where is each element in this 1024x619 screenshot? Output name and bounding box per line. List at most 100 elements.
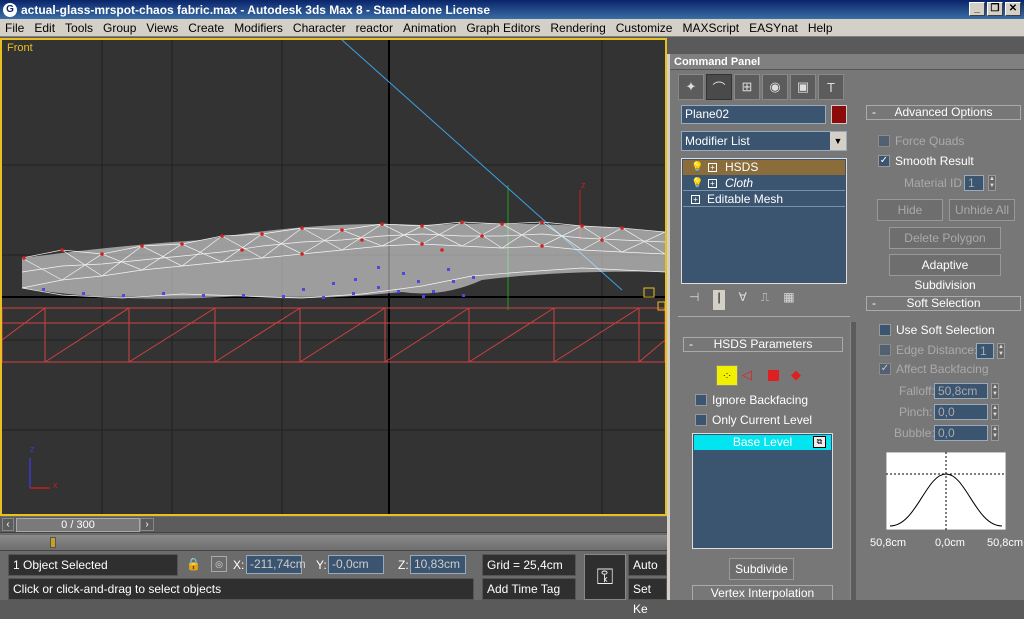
soft-selection-rollout[interactable]: - Soft Selection <box>866 296 1021 311</box>
pinch-spinner[interactable]: ▲ ▼ <box>991 404 999 420</box>
menu-easynat[interactable]: EASYnat <box>744 21 803 35</box>
list-item[interactable]: Base Level ⧉ <box>694 435 831 450</box>
front-viewport[interactable]: Front z z x <box>0 38 667 516</box>
level-icon[interactable]: ⧉ <box>813 436 826 448</box>
subdivide-button[interactable]: Subdivide <box>729 558 794 580</box>
make-unique-icon[interactable]: ∀ <box>739 290 747 310</box>
modifier-list-dropdown[interactable]: Modifier List ▼ <box>681 131 847 151</box>
level-list[interactable]: Base Level ⧉ <box>692 433 833 549</box>
modify-tab-icon[interactable]: ⌒ <box>706 74 732 100</box>
time-slider-thumb[interactable]: 0 / 300 <box>16 518 140 532</box>
advanced-options-rollout[interactable]: - Advanced Options <box>866 105 1021 120</box>
hide-button[interactable]: Hide <box>877 199 943 221</box>
panel-scrollbar[interactable] <box>850 322 856 600</box>
hsds-parameters-rollout[interactable]: - HSDS Parameters <box>683 337 843 352</box>
x-coordinate-field[interactable]: -211,74cm <box>246 555 306 574</box>
falloff-field[interactable]: 50,8cm <box>934 383 988 399</box>
menu-rendering[interactable]: Rendering <box>545 21 610 35</box>
chevron-down-icon[interactable]: ▼ <box>830 132 846 150</box>
configure-sets-icon[interactable]: ▦ <box>783 290 794 310</box>
smooth-result-checkbox[interactable]: ✓ <box>878 155 890 167</box>
menu-customize[interactable]: Customize <box>611 21 678 35</box>
restore-button[interactable]: ❐ <box>987 2 1003 16</box>
menu-graph-editors[interactable]: Graph Editors <box>461 21 545 35</box>
edge-distance-spinner[interactable]: ▲ ▼ <box>997 343 1005 359</box>
menu-tools[interactable]: Tools <box>60 21 98 35</box>
create-tab-icon[interactable]: ✦ <box>678 74 704 100</box>
adaptive-subdivision-button[interactable]: Adaptive Subdivision <box>889 254 1001 292</box>
delete-polygon-button[interactable]: Delete Polygon <box>889 227 1001 249</box>
motion-tab-icon[interactable]: ◉ <box>762 74 788 100</box>
ignore-backfacing-checkbox[interactable] <box>695 394 707 406</box>
utilities-tab-icon[interactable]: T <box>818 74 844 100</box>
edge-distance-checkbox[interactable] <box>879 344 891 356</box>
z-coordinate-field[interactable]: 10,83cm <box>410 555 466 574</box>
lock-selection-icon[interactable]: 🔒 <box>186 557 201 571</box>
hierarchy-tab-icon[interactable]: ⊞ <box>734 74 760 100</box>
menu-help[interactable]: Help <box>803 21 838 35</box>
display-tab-icon[interactable]: ▣ <box>790 74 816 100</box>
expand-icon[interactable]: + <box>708 179 717 188</box>
gizmo-z-label: z <box>581 180 586 190</box>
absolute-mode-icon[interactable]: ◎ <box>211 556 227 572</box>
menu-maxscript[interactable]: MAXScript <box>677 21 744 35</box>
track-bar[interactable] <box>0 535 667 551</box>
remove-modifier-icon[interactable]: ⎍ <box>761 290 769 310</box>
polygon-level-icon[interactable] <box>768 370 779 381</box>
time-slider-track[interactable]: ‹ 0 / 300 › <box>0 517 667 533</box>
unhide-all-button[interactable]: Unhide All <box>949 199 1015 221</box>
pin-stack-icon[interactable]: ⊣ <box>689 290 699 310</box>
lightbulb-icon[interactable]: 💡 <box>691 176 703 191</box>
minimize-button[interactable]: _ <box>969 2 985 16</box>
expand-icon[interactable]: + <box>708 163 717 172</box>
viewport-label[interactable]: Front <box>7 42 33 54</box>
set-key-icon[interactable]: ⚿ <box>584 554 626 600</box>
affect-backfacing-checkbox[interactable]: ✓ <box>879 363 891 375</box>
expand-icon[interactable]: + <box>691 195 700 204</box>
edge-level-icon[interactable]: ◁ <box>742 367 752 383</box>
vertex-level-icon[interactable]: ·:· <box>716 365 738 386</box>
pinch-field[interactable]: 0,0 <box>934 404 988 420</box>
add-time-tag[interactable]: Add Time Tag <box>482 578 576 600</box>
modifier-stack[interactable]: 💡 + HSDS 💡 + Cloth + Editable Mesh <box>681 158 847 284</box>
menu-edit[interactable]: Edit <box>29 21 60 35</box>
bubble-spinner[interactable]: ▲ ▼ <box>991 425 999 441</box>
menu-character[interactable]: Character <box>288 21 351 35</box>
time-next-arrow[interactable]: › <box>140 518 154 531</box>
show-end-result-icon[interactable]: | <box>713 290 725 310</box>
edge-distance-field[interactable]: 1 <box>976 343 994 359</box>
lightbulb-icon[interactable]: 💡 <box>691 160 703 175</box>
menu-file[interactable]: File <box>0 21 29 35</box>
stack-item-cloth[interactable]: 💡 + Cloth <box>683 176 845 191</box>
only-current-level-checkbox[interactable] <box>695 414 707 426</box>
use-soft-selection-checkbox[interactable] <box>879 324 891 336</box>
material-id-field[interactable]: 1 <box>964 175 984 191</box>
falloff-spinner[interactable]: ▲ ▼ <box>991 383 999 399</box>
time-prev-arrow[interactable]: ‹ <box>2 518 14 531</box>
object-name-field[interactable]: Plane02 <box>681 105 826 124</box>
menu-animation[interactable]: Animation <box>398 21 461 35</box>
stack-item-label: HSDS <box>725 160 759 174</box>
object-color-swatch[interactable] <box>831 105 847 124</box>
material-id-spinner[interactable]: ▲ ▼ <box>988 175 996 191</box>
app-icon: G <box>3 2 17 17</box>
menu-modifiers[interactable]: Modifiers <box>229 21 288 35</box>
menu-bar: File Edit Tools Group Views Create Modif… <box>0 19 1024 37</box>
only-current-level-label: Only Current Level <box>712 413 813 427</box>
bubble-label: Bubble: <box>894 426 935 440</box>
y-coordinate-field[interactable]: -0,0cm <box>328 555 384 574</box>
menu-reactor[interactable]: reactor <box>351 21 398 35</box>
force-quads-checkbox[interactable] <box>878 135 890 147</box>
close-button[interactable]: ✕ <box>1005 2 1021 16</box>
affect-backfacing-label: Affect Backfacing <box>896 362 989 376</box>
stack-item-hsds[interactable]: 💡 + HSDS <box>683 160 845 175</box>
element-level-icon[interactable]: ◆ <box>791 367 801 383</box>
auto-key-button[interactable]: Auto Ke <box>628 554 667 592</box>
menu-create[interactable]: Create <box>183 21 229 35</box>
menu-views[interactable]: Views <box>141 21 183 35</box>
track-bar-key[interactable] <box>50 537 56 548</box>
set-key-button[interactable]: Set Ke <box>628 578 667 616</box>
stack-item-editable-mesh[interactable]: + Editable Mesh <box>683 192 845 207</box>
menu-group[interactable]: Group <box>98 21 141 35</box>
bubble-field[interactable]: 0,0 <box>934 425 988 441</box>
